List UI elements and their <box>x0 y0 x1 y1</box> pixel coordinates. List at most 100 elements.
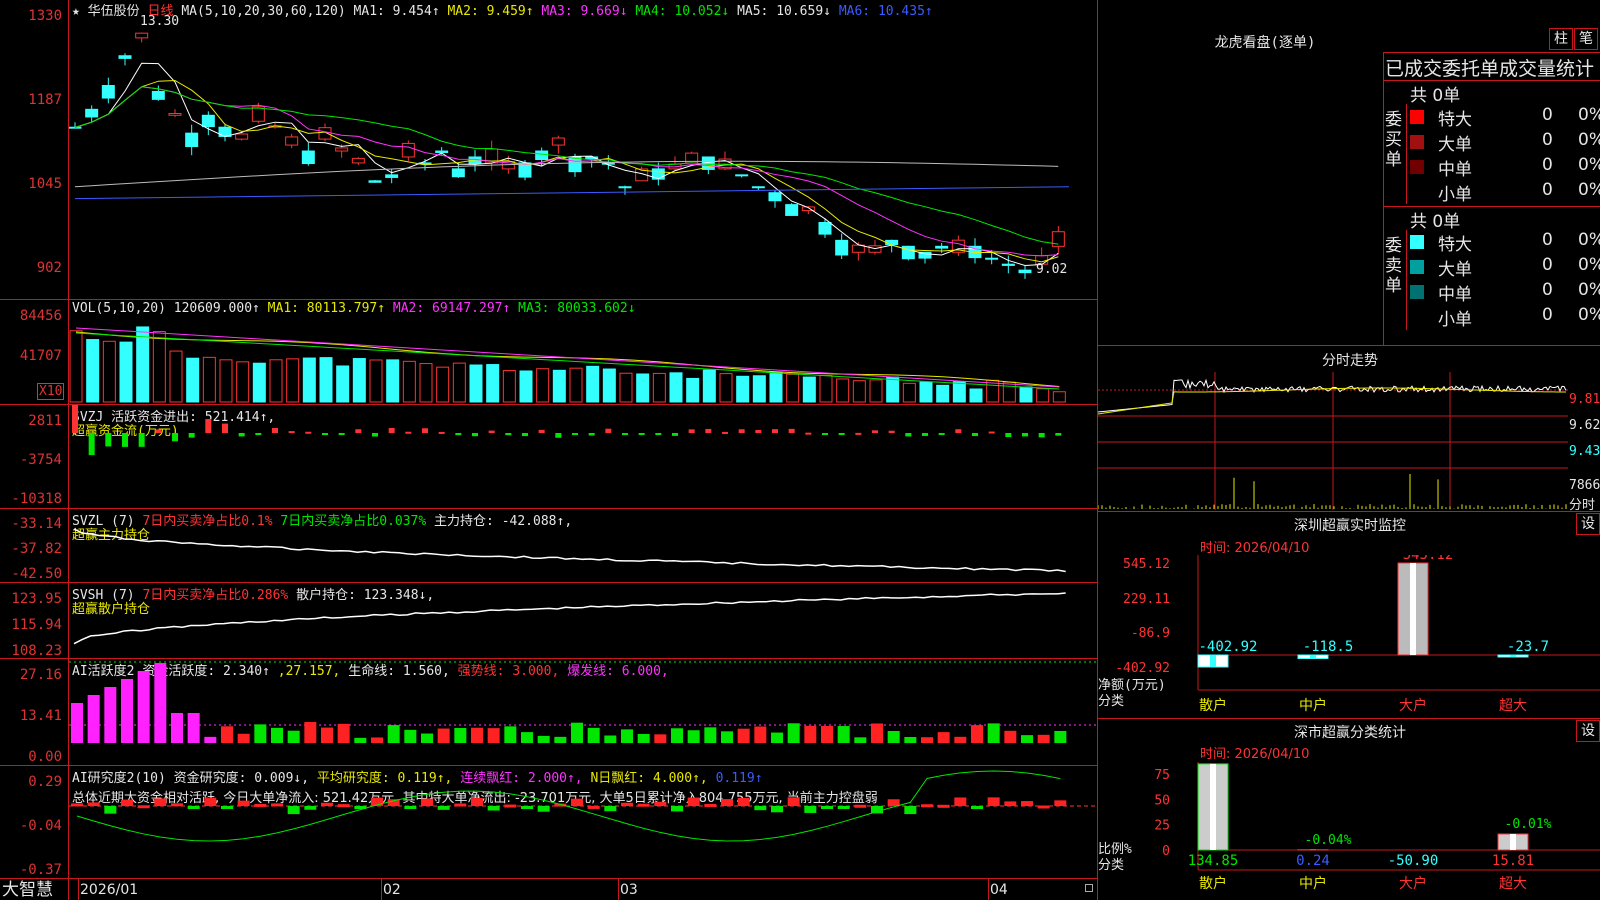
activity-bar <box>787 723 800 743</box>
activity-bar <box>704 727 717 743</box>
research-bar <box>937 804 950 808</box>
monitor-bar-chart[interactable]: 545.12 229.11 -86.9 -402.92 净额(万元)分类 -402.92 散… <box>1098 555 1600 715</box>
fund-flow-bar <box>272 428 278 433</box>
classify-y-label: 比例% <box>1098 842 1132 857</box>
bar-mode-button[interactable]: 柱 <box>1549 28 1573 50</box>
candle-body <box>435 150 449 153</box>
fund-flow-bar <box>338 433 345 435</box>
x-label-feb: 02 <box>383 882 401 898</box>
fund-flow-bar <box>322 433 328 436</box>
buy-row-xl: 特大00% <box>1410 105 1600 130</box>
svzj-tick-3: -10318 <box>11 491 62 507</box>
candle-body <box>368 180 382 183</box>
volume-chart[interactable] <box>69 318 1097 403</box>
activity-bar <box>571 722 583 743</box>
fund-flow-bar <box>555 433 562 438</box>
activity-bar <box>987 723 1000 743</box>
buy-total: 共 0单 <box>1410 86 1461 106</box>
fund-flow-bar <box>138 433 145 447</box>
fund-flow-bar <box>188 433 195 438</box>
classify-bar-highlight <box>1210 763 1216 850</box>
volume-bar <box>769 371 783 403</box>
volume-bar <box>852 380 866 403</box>
research-bar <box>721 799 733 806</box>
ma-line <box>74 79 1059 263</box>
holding-line <box>73 528 1066 573</box>
fund-flow-bar <box>922 433 928 436</box>
activity-bar <box>621 729 633 743</box>
research-bar <box>221 806 233 809</box>
monitor-category-label: 散户 <box>1199 697 1227 714</box>
activity-bar <box>587 727 600 743</box>
candle-body <box>251 106 265 122</box>
research-bar <box>737 797 750 806</box>
ai2-chart[interactable] <box>69 766 1097 877</box>
activity-bar <box>854 737 867 743</box>
research-bar <box>704 803 717 807</box>
fund-flow-bar <box>255 433 262 435</box>
candle-body <box>1018 269 1032 274</box>
ma-params: MA(5,10,20,30,60,120) <box>181 4 346 19</box>
research-bar <box>587 805 600 809</box>
activity-bar <box>304 722 317 743</box>
fund-flow-bar <box>605 428 612 433</box>
tick-mode-button[interactable]: 笔 <box>1574 28 1598 50</box>
research-bar <box>887 799 900 806</box>
svsh-tick-2: 115.94 <box>11 617 62 633</box>
activity-bar <box>354 737 367 743</box>
volume-bar <box>619 372 633 403</box>
activity-bar <box>237 733 250 743</box>
volume-bar <box>1019 386 1033 403</box>
classify-bar-chart[interactable]: 75 50 25 0 比例%分类 134.85 散户 -0.04% 0.24 中户 -50.90 大户… <box>1098 762 1600 900</box>
volume-bar <box>269 359 283 403</box>
monitor-bar-value: -118.5 <box>1303 639 1354 655</box>
research-bar <box>571 798 583 806</box>
svzj-chart[interactable] <box>69 405 1097 507</box>
fund-flow-bar <box>505 433 512 436</box>
lock-icon[interactable] <box>1085 884 1093 892</box>
activity-bar <box>721 731 733 743</box>
ma2-value: MA2: 9.459↑ <box>447 4 534 19</box>
volume-bar <box>602 368 616 403</box>
fund-flow-bar <box>722 431 728 434</box>
svsh-chart[interactable] <box>69 583 1097 657</box>
svzl-tick-1: -33.14 <box>11 516 62 532</box>
candlestick-chart[interactable] <box>69 20 1097 298</box>
volume-bar <box>869 379 883 403</box>
activity-bar <box>554 736 567 743</box>
buy-xl-swatch <box>1410 110 1424 124</box>
fund-flow-bar <box>688 429 695 433</box>
candle-body <box>785 204 799 216</box>
price-tick-2: 1187 <box>28 92 62 108</box>
intraday-price-2: 9.62 <box>1569 418 1600 433</box>
activity-bar <box>204 736 217 743</box>
svzl-chart[interactable] <box>69 509 1097 581</box>
volume-bar <box>336 365 350 403</box>
brand-logo[interactable]: 大智慧 <box>2 875 53 900</box>
classify-settings-button[interactable]: 设 <box>1576 720 1600 742</box>
intraday-chart[interactable] <box>1098 372 1568 510</box>
fund-flow-bar <box>672 433 678 436</box>
volume-bar <box>719 373 733 403</box>
star-icon[interactable]: ★ <box>72 4 80 19</box>
monitor-settings-button[interactable]: 设 <box>1576 513 1600 535</box>
research-bar <box>1021 801 1033 806</box>
candle-body <box>1051 231 1065 247</box>
ma-line <box>74 186 1070 200</box>
ai1-chart[interactable] <box>69 659 1097 764</box>
volume-bar <box>402 360 416 403</box>
activity-bar <box>87 695 100 743</box>
activity-bar <box>954 736 967 743</box>
price-tick-3: 1045 <box>28 176 62 192</box>
research-bar <box>504 804 517 808</box>
research-bar <box>804 806 817 813</box>
sell-total: 共 0单 <box>1410 212 1461 232</box>
candle-body <box>568 156 582 173</box>
volume-bar <box>886 376 900 403</box>
price-tick-4: 902 <box>36 260 62 276</box>
research-bar <box>271 803 283 807</box>
volume-bar <box>452 362 466 403</box>
monitor-bar-highlight <box>1510 655 1516 657</box>
monitor-y-label: 净额(万元) <box>1098 678 1166 693</box>
fund-flow-bar <box>288 431 295 434</box>
